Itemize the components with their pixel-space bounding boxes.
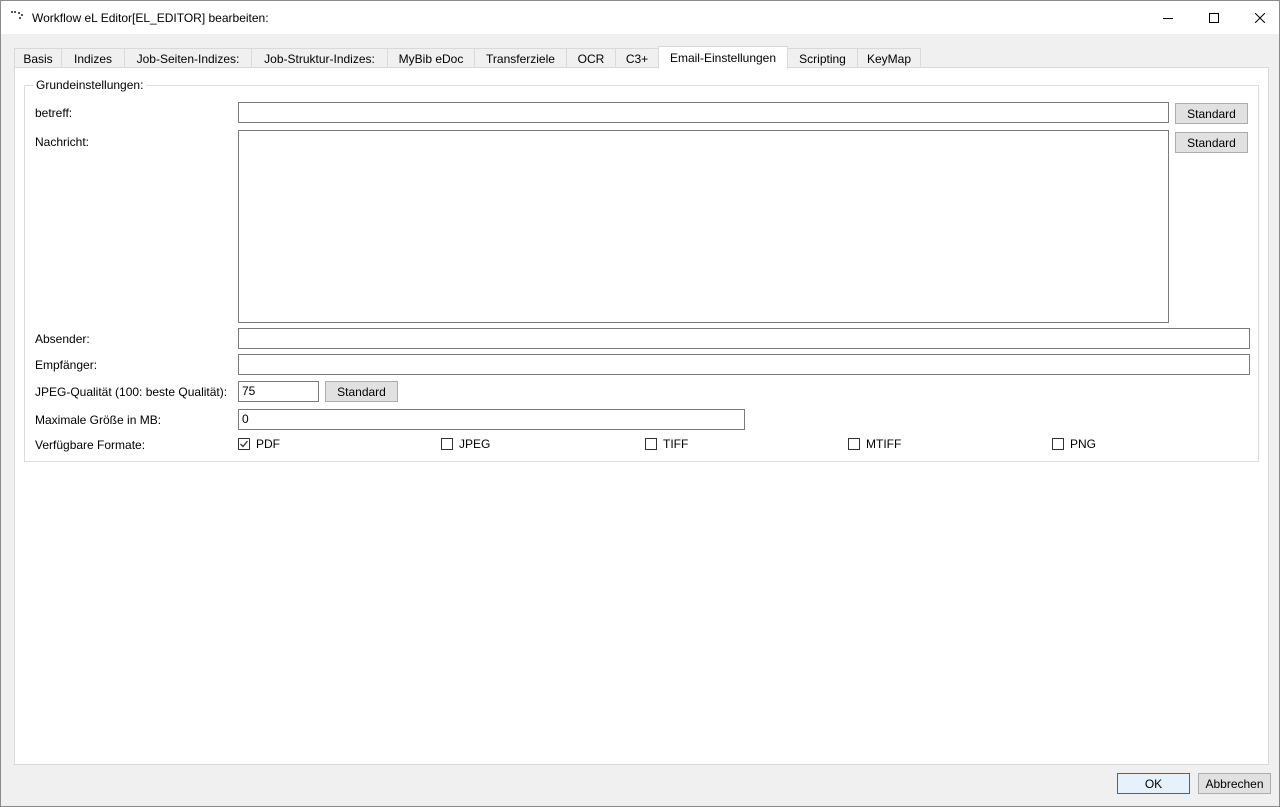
tab-c3plus[interactable]: C3+ [615, 48, 659, 68]
empfaenger-label: Empfänger: [35, 358, 98, 372]
nachricht-textarea[interactable] [238, 130, 1169, 323]
tab-transferziele[interactable]: Transferziele [474, 48, 567, 68]
format-pdf-label: PDF [256, 437, 280, 451]
close-icon [1255, 12, 1265, 23]
betreff-standard-button[interactable]: Standard [1175, 103, 1248, 124]
tab-keymap[interactable]: KeyMap [857, 48, 921, 68]
nachricht-standard-button[interactable]: Standard [1175, 132, 1248, 153]
jpeg-quality-label: JPEG-Qualität (100: beste Qualität): [35, 385, 228, 399]
jpeg-standard-button[interactable]: Standard [325, 381, 398, 402]
tab-scripting[interactable]: Scripting [787, 48, 858, 68]
absender-label: Absender: [35, 332, 90, 346]
minimize-icon [1163, 17, 1173, 19]
window-title: Workflow eL Editor[EL_EDITOR] bearbeiten… [32, 11, 269, 25]
format-jpeg-checkbox[interactable]: JPEG [441, 437, 490, 451]
max-size-label: Maximale Größe in MB: [35, 413, 162, 427]
format-png-checkbox[interactable]: PNG [1052, 437, 1096, 451]
absender-input[interactable] [238, 328, 1250, 349]
format-tiff-label: TIFF [663, 437, 689, 451]
formats-label: Verfügbare Formate: [35, 438, 146, 452]
group-title: Grundeinstellungen: [33, 78, 147, 92]
ok-button[interactable]: OK [1117, 773, 1190, 794]
format-pdf-checkbox[interactable]: PDF [238, 437, 280, 451]
tab-job-seiten-indizes[interactable]: Job-Seiten-Indizes: [124, 48, 252, 68]
tab-job-struktur-indizes[interactable]: Job-Struktur-Indizes: [251, 48, 388, 68]
format-jpeg-label: JPEG [459, 437, 491, 451]
checkbox-box[interactable] [848, 438, 860, 450]
email-settings-panel: Grundeinstellungen: betreff: Standard Na… [14, 67, 1269, 765]
maximize-button[interactable] [1191, 1, 1237, 34]
format-mtiff-label: MTIFF [866, 437, 902, 451]
empfaenger-input[interactable] [238, 354, 1250, 375]
tab-mybib-edoc[interactable]: MyBib eDoc [387, 48, 475, 68]
betreff-label: betreff: [35, 106, 73, 120]
format-mtiff-checkbox[interactable]: MTIFF [848, 437, 901, 451]
title-bar[interactable]: Workflow eL Editor[EL_EDITOR] bearbeiten… [1, 1, 1279, 34]
checkmark-icon [240, 440, 249, 448]
checkbox-box[interactable] [645, 438, 657, 450]
checkbox-box[interactable] [1052, 438, 1064, 450]
maximize-icon [1209, 12, 1219, 23]
editor-window: Workflow eL Editor[EL_EDITOR] bearbeiten… [0, 0, 1280, 807]
cancel-button[interactable]: Abbrechen [1198, 773, 1271, 794]
app-icon [10, 10, 26, 22]
checkbox-box[interactable] [238, 438, 250, 450]
nachricht-label: Nachricht: [35, 135, 90, 149]
minimize-button[interactable] [1145, 1, 1191, 34]
format-png-label: PNG [1070, 437, 1097, 451]
max-size-input[interactable]: 0 [238, 409, 745, 430]
tab-email-einstellungen[interactable]: Email-Einstellungen [658, 46, 788, 69]
tab-ocr[interactable]: OCR [566, 48, 616, 68]
tab-basis[interactable]: Basis [14, 48, 62, 68]
checkbox-box[interactable] [441, 438, 453, 450]
jpeg-quality-input[interactable]: 75 [238, 381, 319, 402]
close-button[interactable] [1237, 1, 1280, 34]
betreff-input[interactable] [238, 102, 1169, 123]
format-tiff-checkbox[interactable]: TIFF [645, 437, 688, 451]
tab-indizes[interactable]: Indizes [61, 48, 125, 68]
